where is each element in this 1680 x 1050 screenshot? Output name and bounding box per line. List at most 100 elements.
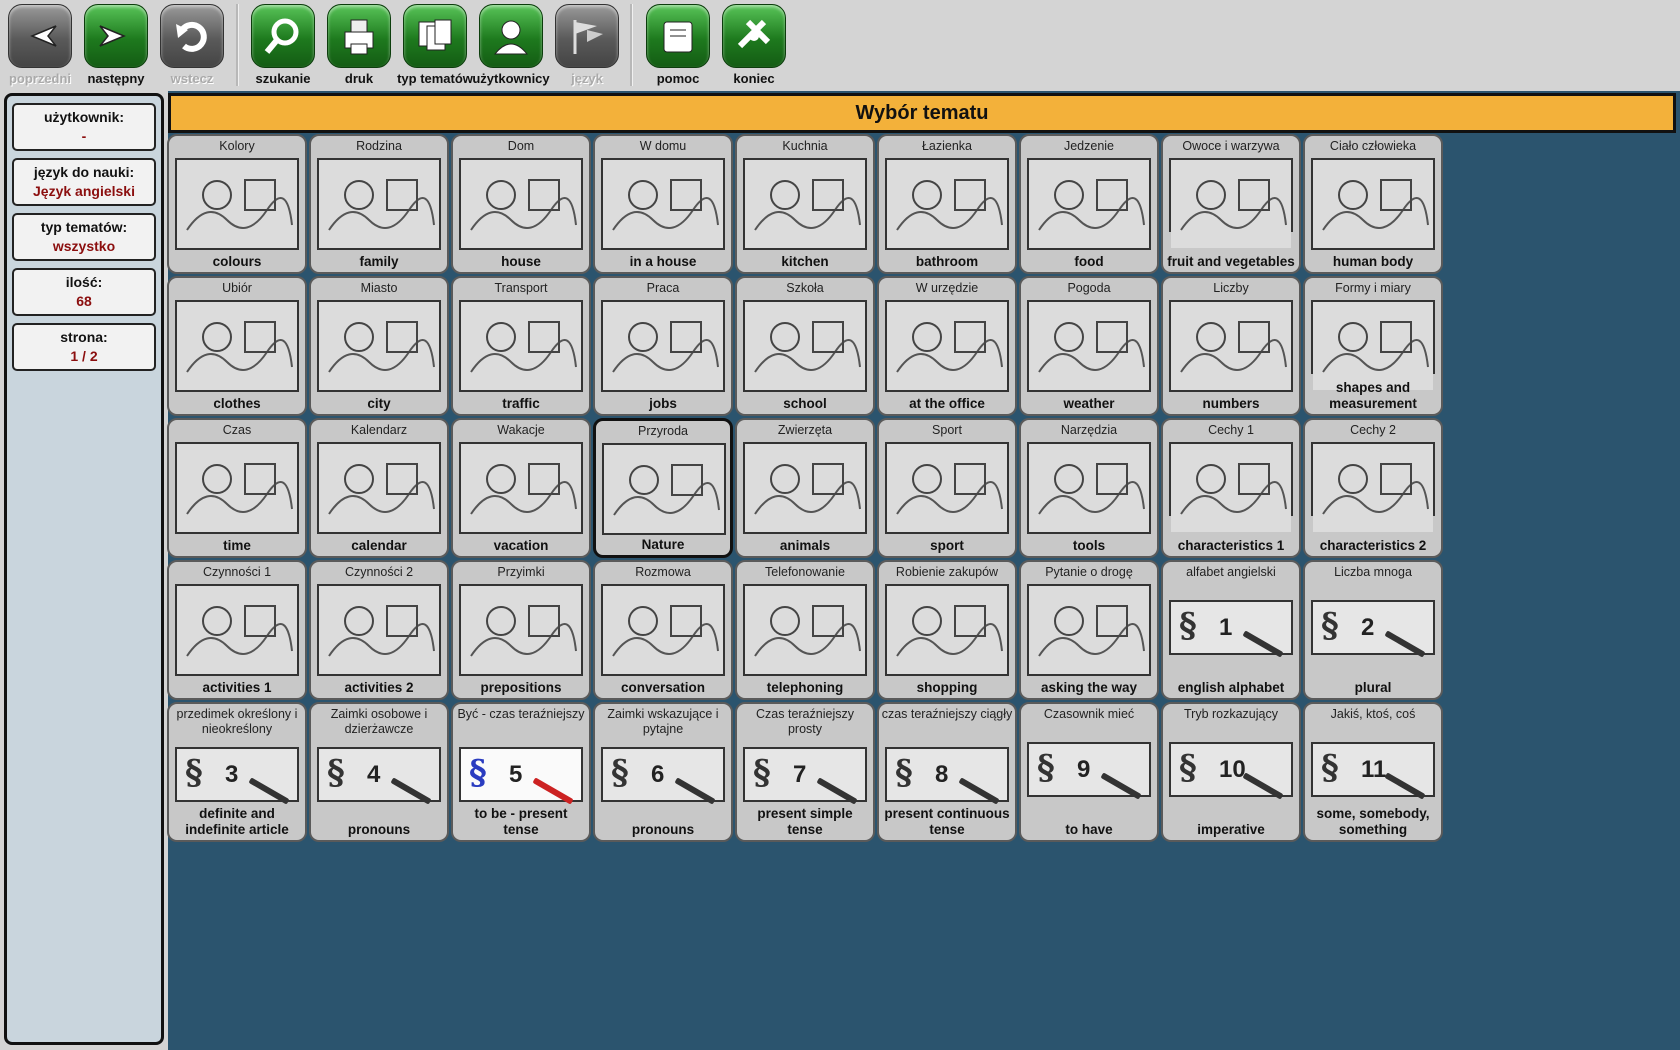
topic-tile[interactable]: Czasownik mieć § 9 to have [1019,702,1159,842]
topic-tile[interactable]: Rozmowa conversation [593,560,733,700]
topic-tile[interactable]: czas teraźniejszy ciągły § 8 present contin… [877,702,1017,842]
topic-title-en: animals [779,538,831,553]
topic-tile[interactable]: Ubiór clothes [167,276,307,416]
topic-tile[interactable]: Zaimki osobowe i dzierżawcze § 4 pronouns [309,702,449,842]
magnifier-icon [251,4,315,68]
topic-tile[interactable]: Praca jobs [593,276,733,416]
grammar-number: 11 [1361,756,1387,783]
grammar-section-icon: § 6 [601,747,725,805]
topic-tile[interactable]: Transport traffic [451,276,591,416]
topic-illustration [743,442,867,534]
topic-title-en: vacation [493,538,549,553]
topic-tile[interactable]: W urzędzie at the office [877,276,1017,416]
topic-tile[interactable]: Być - czas teraźniejszy § 5 to be - present… [451,702,591,842]
language-value: Język angielski [33,183,135,199]
topic-title-en: asking the way [1040,680,1138,695]
topic-tile[interactable]: Cechy 1 characteristics 1 [1161,418,1301,558]
topic-illustration [1027,584,1151,676]
topic-tile[interactable]: Przyroda Nature [593,418,733,558]
topic-tile[interactable]: Robienie zakupów shopping [877,560,1017,700]
druk-button[interactable]: druk [319,2,399,88]
topic-title-pl: Przyimki [497,565,545,579]
topic-title-en: numbers [1202,396,1260,411]
topic-illustration [175,584,299,676]
topic-tile[interactable]: Jakiś, ktoś, coś § 11 some, somebody, somet… [1303,702,1443,842]
grammar-number: 6 [651,761,665,788]
topic-title-en: food [1074,254,1104,269]
topic-title-pl: Kuchnia [782,139,828,153]
topic-illustration [743,300,867,392]
topic-tile[interactable]: Liczba mnoga § 2 plural [1303,560,1443,700]
topic-tile[interactable]: Cechy 2 characteristics 2 [1303,418,1443,558]
pomoc-button[interactable]: pomoc [638,2,718,88]
topic-title-pl: Zaimki osobowe i dzierżawcze [330,707,428,736]
grammar-section-icon: § 4 [317,747,441,805]
topic-tile[interactable]: Ciało człowieka human body [1303,134,1443,274]
topic-tile[interactable]: Tryb rozkazujący § 10 imperative [1161,702,1301,842]
topic-tile[interactable]: Przyimki prepositions [451,560,591,700]
koniec-button[interactable]: koniec [714,2,794,88]
topic-tile[interactable]: W domu in a house [593,134,733,274]
topic-tile[interactable]: Narzędzia tools [1019,418,1159,558]
grammar-number: 8 [935,761,949,788]
topic-title-en: fruit and vegetables [1167,254,1295,269]
topic-tile[interactable]: Jedzenie food [1019,134,1159,274]
pencil-icon [532,777,574,805]
topic-title-en: telephoning [766,680,844,695]
topic-tile[interactable]: Zwierzęta animals [735,418,875,558]
topic-title-pl: Zwierzęta [777,423,833,437]
topic-tile[interactable]: Telefonowanie telephoning [735,560,875,700]
topic-title-pl: Łazienka [921,139,973,153]
topic-tile[interactable]: Liczby numbers [1161,276,1301,416]
paragraph-icon: § [1037,748,1055,788]
topic-tile[interactable]: Dom house [451,134,591,274]
topic-title-en: school [783,396,827,411]
topic-title-pl: Rozmowa [635,565,691,579]
topic-tile[interactable]: Wakacje vacation [451,418,591,558]
topic-tile[interactable]: Czas time [167,418,307,558]
topic-tile[interactable]: Czas teraźniejszy prosty § 7 present simple… [735,702,875,842]
toolbar-button-label: następny [87,71,145,86]
wstecz-button[interactable]: wstecz [152,2,232,88]
topic-tile[interactable]: Rodzina family [309,134,449,274]
toolbar-button-label: wstecz [170,71,214,86]
topic-title-en: pronouns [347,822,411,837]
topic-title-en: prepositions [480,680,562,695]
typ-tematów-button[interactable]: typ tematów [395,2,475,88]
topic-tile[interactable]: Zaimki wskazujące i pytajne § 6 pronouns [593,702,733,842]
topic-illustration [601,584,725,676]
topic-tile[interactable]: Kolory colours [167,134,307,274]
topic-tile[interactable]: Owoce i warzywa fruit and vegetables [1161,134,1301,274]
topic-tile[interactable]: Pogoda weather [1019,276,1159,416]
topic-tile[interactable]: Kuchnia kitchen [735,134,875,274]
następny-button[interactable]: następny [76,2,156,88]
topic-tile[interactable]: Szkoła school [735,276,875,416]
topic-title-pl: Przyroda [637,424,689,438]
topic-tile[interactable]: Czynności 2 activities 2 [309,560,449,700]
topic-illustration [1311,300,1435,390]
topic-title-pl: Liczba mnoga [1334,565,1412,579]
topic-tile[interactable]: Kalendarz calendar [309,418,449,558]
topic-illustration [1027,158,1151,250]
topic-tile[interactable]: Formy i miary shapes and measurement [1303,276,1443,416]
użytkownicy-button[interactable]: użytkownicy [471,2,551,88]
toolbar: poprzedni następny wstecz szukanie druk typ t… [0,0,1680,91]
toolbar-separator [630,4,633,86]
topic-type-box: typ tematów: wszystko [12,213,156,261]
toolbar-button-label: język [571,71,603,86]
topic-illustration [1027,442,1151,534]
język-button[interactable]: język [547,2,627,88]
topic-tile[interactable]: przedimek określony i nieokreślony § 3 defi… [167,702,307,842]
paragraph-icon: § [1321,606,1339,646]
topic-title-en: colours [212,254,262,269]
szukanie-button[interactable]: szukanie [243,2,323,88]
topic-tile[interactable]: Łazienka bathroom [877,134,1017,274]
topic-tile[interactable]: alfabet angielski § 1 english alphabet [1161,560,1301,700]
count-value: 68 [76,293,92,309]
topic-title-pl: Czasownik mieć [1043,707,1135,721]
topic-tile[interactable]: Miasto city [309,276,449,416]
topic-tile[interactable]: Czynności 1 activities 1 [167,560,307,700]
poprzedni-button[interactable]: poprzedni [0,2,80,88]
topic-tile[interactable]: Sport sport [877,418,1017,558]
topic-tile[interactable]: Pytanie o drogę asking the way [1019,560,1159,700]
